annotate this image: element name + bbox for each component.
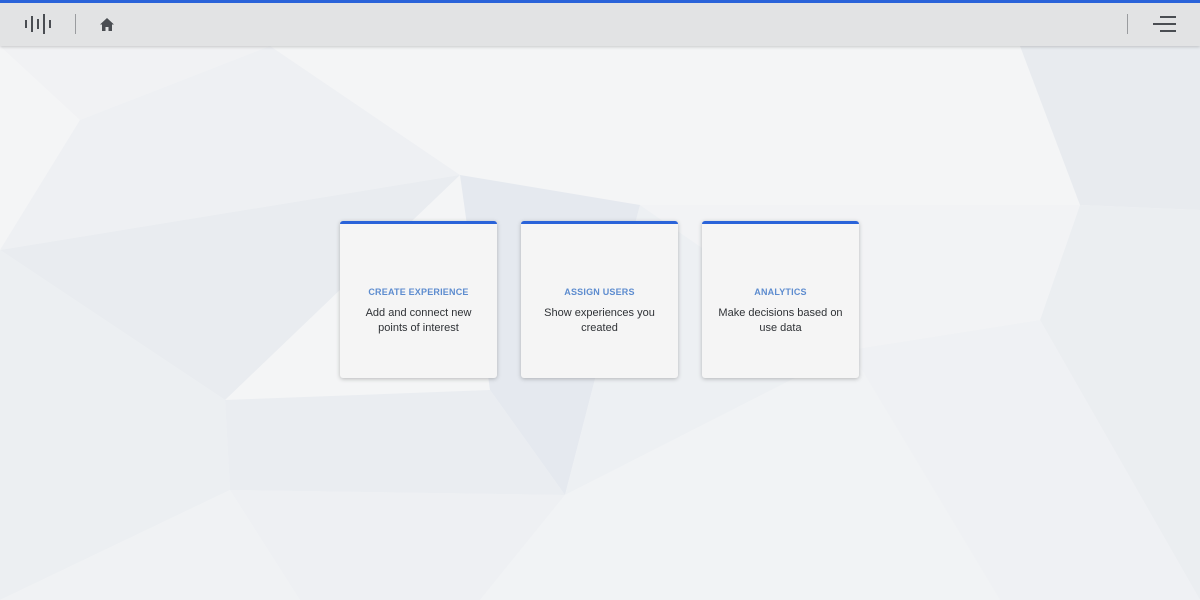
card-title: CREATE EXPERIENCE <box>368 287 469 297</box>
assign-users-card[interactable]: ASSIGN USERS Show experiences you create… <box>521 221 678 378</box>
card-description: Make decisions based on use data <box>718 307 843 334</box>
create-experience-card[interactable]: CREATE EXPERIENCE Add and connect new po… <box>340 221 497 378</box>
card-description: Add and connect new points of interest <box>365 307 472 334</box>
home-icon[interactable] <box>99 17 115 32</box>
card-title: ASSIGN USERS <box>564 287 635 297</box>
header-divider-right <box>1127 14 1128 34</box>
card-title: ANALYTICS <box>754 287 807 297</box>
header-divider-left <box>75 14 76 34</box>
action-cards: CREATE EXPERIENCE Add and connect new po… <box>340 221 860 378</box>
analytics-card[interactable]: ANALYTICS Make decisions based on use da… <box>702 221 859 378</box>
hamburger-menu-icon[interactable] <box>1150 14 1178 34</box>
card-description: Show experiences you created <box>544 307 655 334</box>
audio-bars-logo-icon <box>25 14 51 34</box>
top-accent-bar <box>0 0 1200 3</box>
top-navigation-bar <box>0 3 1200 46</box>
